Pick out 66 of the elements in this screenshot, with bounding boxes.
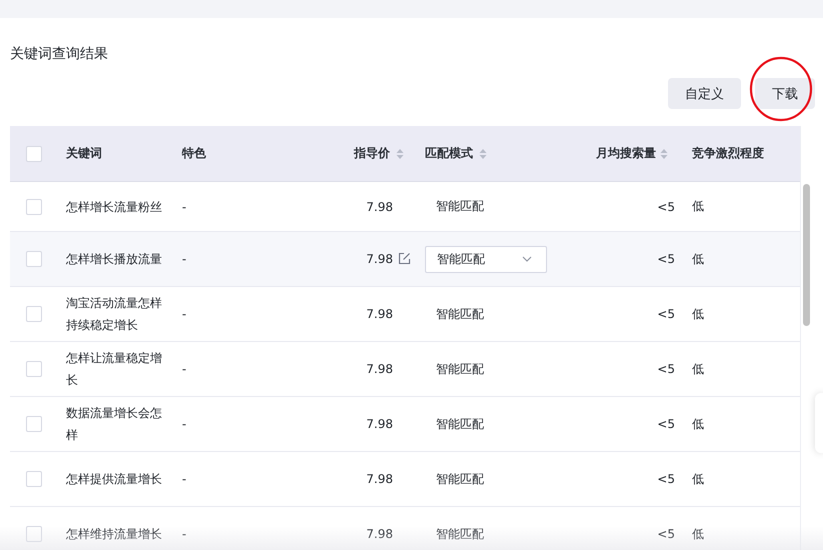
search-volume-cell: <5 xyxy=(657,527,675,541)
sort-icon[interactable] xyxy=(479,148,487,160)
search-volume-cell: <5 xyxy=(657,307,675,321)
competition-cell: 低 xyxy=(692,306,704,320)
column-header: 月均搜索量 xyxy=(596,145,656,162)
search-volume-cell: <5 xyxy=(657,417,675,431)
column-header: 特色 xyxy=(182,146,206,160)
feature-cell: - xyxy=(182,252,186,266)
feature-cell: - xyxy=(182,417,186,431)
price-cell: 7.98 xyxy=(366,252,393,266)
section-title: 关键词查询结果 xyxy=(10,45,109,64)
price-cell: 7.98 xyxy=(366,307,393,321)
sort-icon[interactable] xyxy=(396,148,404,160)
sort-icon[interactable] xyxy=(660,148,668,160)
feature-cell: - xyxy=(182,472,186,486)
competition-cell: 低 xyxy=(692,252,704,266)
row-checkbox[interactable] xyxy=(26,306,42,322)
match-cell: 智能匹配 xyxy=(436,199,484,213)
action-button[interactable]: 自定义 xyxy=(668,78,741,109)
chevron-down-icon xyxy=(522,256,532,262)
price-cell: 7.98 xyxy=(366,527,393,541)
column-header: 匹配模式 xyxy=(425,145,473,162)
table-row[interactable]: 怎样增长播放流量 - 7.98 智能匹配 <5 低 xyxy=(10,231,800,286)
competition-cell: 低 xyxy=(692,199,704,213)
column-header: 指导价 xyxy=(354,145,390,162)
feature-cell: - xyxy=(182,527,186,541)
keyword-cell: 怎样增长播放流量 xyxy=(66,252,162,266)
competition-cell: 低 xyxy=(692,362,704,376)
row-checkbox[interactable] xyxy=(26,198,42,214)
competition-cell: 低 xyxy=(692,416,704,430)
search-volume-cell: <5 xyxy=(657,362,675,376)
price-cell: 7.98 xyxy=(366,362,393,376)
row-checkbox[interactable] xyxy=(26,526,42,542)
keyword-cell: 怎样维持流量增长 xyxy=(66,527,162,541)
price-cell: 7.98 xyxy=(366,472,393,486)
keyword-cell: 怎样提供流量增长 xyxy=(66,472,162,486)
match-cell: 智能匹配 xyxy=(436,472,484,486)
keyword-cell: 怎样增长流量粉丝 xyxy=(66,200,162,214)
match-cell: 智能匹配 xyxy=(436,306,484,320)
keyword-cell: 怎样让流量稳定增长 xyxy=(66,351,162,387)
column-header: 竞争激烈程度 xyxy=(692,146,764,160)
price-cell: 7.98 xyxy=(366,200,393,214)
scrollbar-thumb[interactable] xyxy=(803,184,810,326)
competition-cell: 低 xyxy=(692,526,704,540)
feature-cell: - xyxy=(182,362,186,376)
match-cell: 智能匹配 xyxy=(436,362,484,376)
row-checkbox[interactable] xyxy=(26,416,42,432)
feature-cell: - xyxy=(182,200,186,214)
match-cell: 智能匹配 xyxy=(436,416,484,430)
row-checkbox[interactable] xyxy=(26,471,42,487)
row-checkbox[interactable] xyxy=(26,251,42,267)
search-volume-cell: <5 xyxy=(657,252,675,266)
match-cell: 智能匹配 xyxy=(436,526,484,540)
search-volume-cell: <5 xyxy=(657,472,675,486)
column-header: 关键词 xyxy=(66,146,102,160)
match-select[interactable]: 智能匹配 xyxy=(425,246,547,272)
action-button[interactable]: 下载 xyxy=(755,78,815,109)
keyword-cell: 淘宝活动流量怎样持续稳定增长 xyxy=(66,296,162,332)
price-cell: 7.98 xyxy=(366,417,393,431)
feature-cell: - xyxy=(182,307,186,321)
competition-cell: 低 xyxy=(692,472,704,486)
search-volume-cell: <5 xyxy=(657,200,675,214)
select-all-checkbox[interactable] xyxy=(26,146,42,162)
edit-icon[interactable] xyxy=(398,252,411,265)
keyword-cell: 数据流量增长会怎样 xyxy=(66,406,162,442)
row-checkbox[interactable] xyxy=(26,361,42,377)
